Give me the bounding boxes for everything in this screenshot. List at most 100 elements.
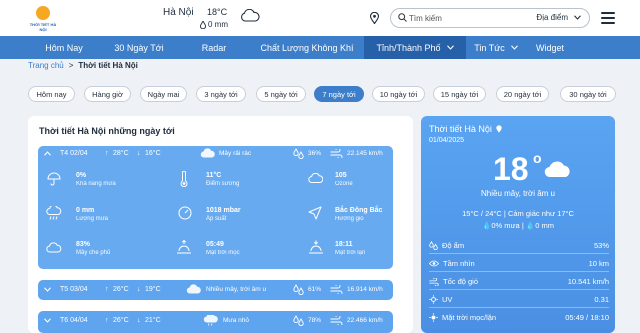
arrow-down-icon: ↓ [137,286,141,293]
current-visibility-row: Tầm nhìn 10 km [429,257,609,270]
chevron-down-icon [446,45,454,50]
uv-sun-icon [429,295,438,304]
site-logo[interactable]: THỜI TIẾT HÀ NỘI [28,4,58,32]
tab-10-days[interactable]: 10 ngày tới [372,86,425,102]
header-rain: 0 mm [200,20,228,29]
current-rain-separator: | [521,221,524,230]
nav-item-widget[interactable]: Widget [526,36,574,59]
current-temp-range: 15°C / 24°C | Cảm giác như 17°C [462,209,574,218]
day-description: Mây rải rác [219,150,252,157]
nav-label: Tỉnh/Thành Phố [376,42,441,53]
nav-label: 30 Ngày Tới [114,42,164,53]
current-uv-row: UV 0.31 [429,293,609,306]
search-type-label: Địa điểm [536,13,568,22]
tab-7-days[interactable]: 7 ngày tới [314,86,364,102]
search-icon[interactable] [398,13,407,22]
forecast-day-card[interactable]: T4 02/04 ↑ 28°C ↓ 16°C Mây rải rác 36% 2… [38,146,393,269]
row-label: Mặt trời mọc/lặn [442,313,497,322]
thermometer-icon [180,171,188,187]
day-max-temp: 26°C [113,286,129,293]
hamburger-menu-icon[interactable] [601,12,615,24]
detail-value: 11°C [206,172,222,179]
forecast-day-card[interactable]: T6 04/04 ↑ 26°C ↓ 21°C Mưa nhỏ 78% 22.46… [38,311,393,333]
day-header[interactable]: T6 04/04 ↑ 26°C ↓ 21°C Mưa nhỏ 78% 22.46… [38,313,393,329]
current-humidity-row: Độ ẩm 53% [429,239,609,252]
detail-label: Áp suất [206,216,227,222]
header-rain-value: 0 mm [208,20,228,29]
detail-value: 0 mm [76,207,95,214]
row-label: Độ ẩm [442,241,465,250]
nav-item-news[interactable]: Tin Tức [466,36,526,59]
current-rain: 💧0% mưa | 💧0 mm [421,221,615,230]
detail-label: Ozone [335,181,353,187]
row-value: 10.541 km/h [567,277,609,286]
breadcrumb-home[interactable]: Trang chủ [28,61,64,70]
tab-30-days[interactable]: 30 ngày tới [560,86,616,102]
chevron-down-icon [574,15,581,20]
ozone-cloud-icon [308,173,323,183]
detail-rain-chance: 0% Khả năng mưa [76,172,116,187]
location-pin-icon[interactable] [370,12,379,24]
detail-pressure: 1018 mbar Áp suất [206,207,241,222]
nav-item-30-days[interactable]: 30 Ngày Tới [100,36,178,59]
tab-20-days[interactable]: 20 ngày tới [496,86,549,102]
day-max-temp: 28°C [113,150,129,157]
chevron-up-icon[interactable] [44,151,51,156]
row-label: Tầm nhìn [443,259,475,268]
current-weather-card: Thời tiết Hà Nội 01/04/2025 18 o Nhiều m… [421,116,615,333]
forecast-title: Thời tiết Hà Nội những ngày tới [39,126,175,136]
tab-today[interactable]: Hôm nay [28,86,75,102]
cloud-icon [241,9,260,22]
tab-label: 7 ngày tới [322,89,356,99]
tab-label: 5 ngày tới [264,89,298,99]
nav-label: Hôm Nay [45,42,83,53]
search-input[interactable] [409,12,519,25]
chevron-down-icon[interactable] [44,287,51,292]
nav-item-today[interactable]: Hôm Nay [28,36,100,59]
search-box: Địa điểm [390,8,590,28]
current-title: Thời tiết Hà Nội [429,124,502,134]
tab-tomorrow[interactable]: Ngày mai [140,86,187,102]
detail-value: 18:11 [335,241,353,248]
umbrella-icon [47,172,61,186]
day-header[interactable]: T4 02/04 ↑ 28°C ↓ 16°C Mây rải rác 36% 2… [38,146,393,162]
tab-15-days[interactable]: 15 ngày tới [433,86,486,102]
eye-icon [429,260,439,267]
row-value: 53% [593,241,609,250]
divider [429,289,609,290]
arrow-down-icon: ↓ [137,150,141,157]
detail-sunset: 18:11 Mặt trời lặn [335,241,365,256]
detail-value: 05:49 [206,241,224,248]
forecast-range-tabs: Hôm nay Hàng giờ Ngày mai 3 ngày tới 5 n… [28,86,618,102]
divider [429,307,609,308]
detail-rain-amount: 0 mm Lượng mưa [76,207,108,222]
rain-cloud-icon [203,315,218,326]
detail-label: Hướng gió [335,216,364,222]
day-wind: 22.466 km/h [347,317,383,324]
breadcrumb-separator: > [68,61,74,70]
sun-logo-icon [36,6,50,20]
search-type-select[interactable]: Địa điểm [536,13,581,22]
forecast-day-card[interactable]: T5 03/04 ↑ 26°C ↓ 19°C Nhiều mây, trời â… [38,280,393,300]
humidity-icon [293,284,304,295]
cloud-icon [544,161,570,178]
wind-direction-icon [308,206,322,220]
day-max-temp: 26°C [113,317,129,324]
chevron-down-icon[interactable] [44,318,51,323]
location-pin-icon [496,125,502,133]
tab-3-days[interactable]: 3 ngày tới [196,86,246,102]
tab-label: 15 ngày tới [440,89,479,99]
cloud-cover-icon [46,242,62,253]
nav-item-radar[interactable]: Radar [178,36,250,59]
tab-hourly[interactable]: Hàng giờ [84,86,131,102]
day-header[interactable]: T5 03/04 ↑ 26°C ↓ 19°C Nhiều mây, trời â… [38,282,393,298]
top-bar: THỜI TIẾT HÀ NỘI Hà Nội 18°C 0 mm Địa đi… [0,0,640,36]
nav-item-air-quality[interactable]: Chất Lượng Không Khí [250,36,364,59]
row-value: 10 km [588,259,609,268]
tab-5-days[interactable]: 5 ngày tới [256,86,306,102]
row-label: UV [442,295,453,304]
current-description: Nhiều mây, trời âm u [480,189,555,198]
nav-item-provinces[interactable]: Tỉnh/Thành Phố [364,36,466,59]
forecast-panel: Thời tiết Hà Nội những ngày tới T4 02/04… [28,116,413,333]
sun-icon [429,313,438,322]
